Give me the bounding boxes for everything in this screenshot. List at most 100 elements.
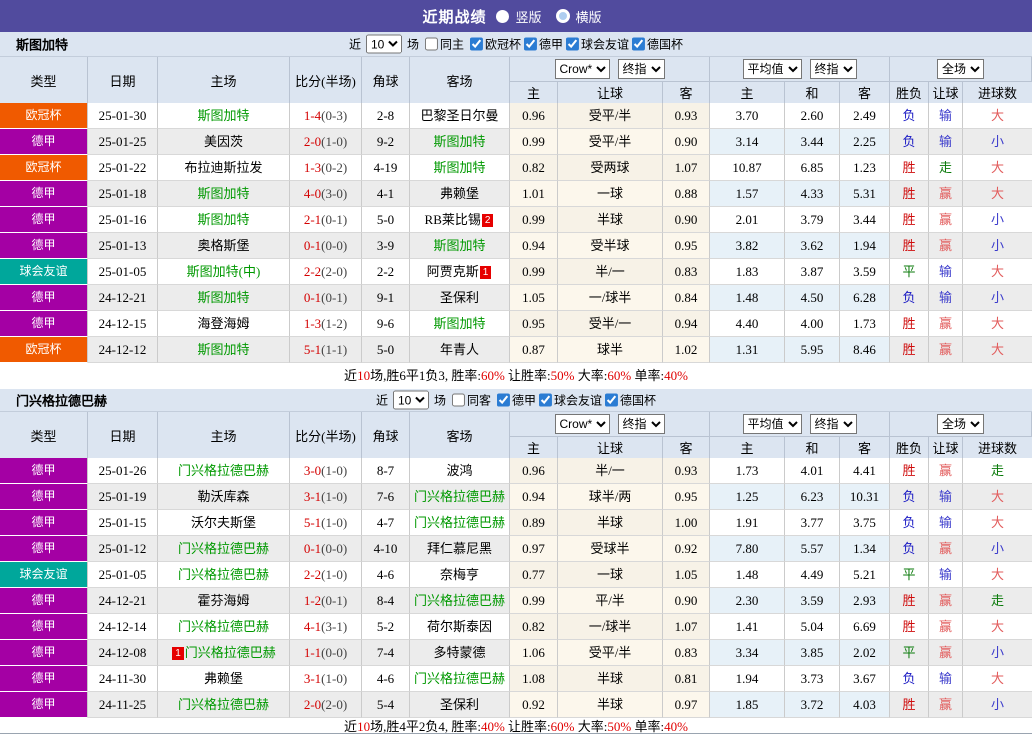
handicap-home-odds: 0.99: [510, 588, 558, 614]
result-wdl: 负: [890, 536, 929, 562]
competition-checkbox[interactable]: [605, 393, 619, 406]
match-type-badge: 德甲: [0, 614, 88, 640]
handicap-line: 受半/一: [558, 311, 663, 337]
handicap-line: 平/半: [558, 588, 663, 614]
match-date: 25-01-12: [88, 536, 158, 562]
match-score: 5-1(1-0): [290, 510, 362, 536]
competition-filter[interactable]: 球会友谊: [539, 391, 602, 408]
competition-filter[interactable]: 德甲: [524, 35, 563, 52]
horizontal-layout-radio[interactable]: [555, 9, 570, 23]
bookmaker-select[interactable]: Crow*: [554, 59, 610, 79]
result-handicap: 输: [929, 129, 963, 155]
same-venue-checkbox[interactable]: [451, 393, 465, 407]
full-match-select-cell: 全场: [890, 412, 1032, 437]
vertical-layout-radio[interactable]: [496, 9, 510, 23]
competition-filter[interactable]: 欧冠杯: [469, 35, 521, 52]
competition-filter[interactable]: 德国杯: [632, 35, 683, 52]
match-date: 24-12-12: [88, 337, 158, 363]
summary-text: 大率:: [574, 368, 608, 383]
recent-count-select[interactable]: 10: [365, 34, 402, 54]
match-date: 25-01-05: [88, 259, 158, 285]
result-goals: 走: [963, 588, 1032, 614]
avg-draw-odds: 5.95: [785, 337, 840, 363]
competition-label: 德甲: [512, 393, 537, 407]
home-team: 门兴格拉德巴赫: [158, 692, 290, 718]
match-date: 24-12-08: [88, 640, 158, 666]
competition-checkbox[interactable]: [632, 37, 646, 50]
summary-text: 60%: [550, 719, 575, 734]
home-team: 门兴格拉德巴赫: [158, 458, 290, 484]
avg-away-odds: 6.69: [840, 614, 890, 640]
avg-home-odds: 3.82: [710, 233, 785, 259]
result-handicap: 赢: [929, 311, 963, 337]
full-match-select[interactable]: 全场: [937, 59, 984, 79]
handicap-home-odds: 0.87: [510, 337, 558, 363]
final-odds-select-2[interactable]: 终指: [809, 414, 857, 434]
handicap-home-odds: 0.92: [510, 692, 558, 718]
corner-stat: 7-6: [362, 484, 410, 510]
summary-text: 近: [344, 368, 358, 383]
team-label: 斯图加特: [433, 238, 486, 253]
page-title: 近期战绩: [422, 8, 487, 26]
corner-stat: 8-7: [362, 458, 410, 484]
team-label: 奈梅亨: [439, 567, 479, 582]
avg-away-odds: 4.03: [840, 692, 890, 718]
competition-filter-group: 德甲 球会友谊 德国杯: [494, 391, 656, 409]
result-handicap: 赢: [929, 207, 963, 233]
handicap-line: 受平/半: [558, 103, 663, 129]
result-goals: 大: [963, 614, 1032, 640]
average-select[interactable]: 平均值: [742, 59, 802, 79]
competition-checkbox[interactable]: [539, 393, 553, 406]
average-select[interactable]: 平均值: [742, 414, 802, 434]
team-label: 阿贾克斯: [426, 264, 479, 279]
result-goals: 小: [963, 207, 1032, 233]
handicap-home-odds: 0.77: [510, 562, 558, 588]
summary-text: 50%: [550, 368, 575, 383]
bookmaker-select[interactable]: Crow*: [554, 414, 610, 434]
competition-checkbox[interactable]: [497, 393, 510, 406]
team-label: 斯图加特: [197, 342, 250, 357]
competition-label: 球会友谊: [554, 393, 603, 407]
same-venue-filter[interactable]: 同主: [424, 36, 464, 53]
subheader-handicap-away: 客: [663, 82, 710, 103]
competition-filter[interactable]: 德甲: [497, 391, 536, 408]
avg-away-odds: 2.02: [840, 640, 890, 666]
section-filter-bar: 斯图加特 近 10 场 同主 欧冠杯 德甲 球会友谊 德国杯: [0, 32, 1032, 56]
result-handicap: 赢: [929, 640, 963, 666]
avg-home-odds: 1.41: [710, 614, 785, 640]
result-wdl: 胜: [890, 692, 929, 718]
team-name: 门兴格拉德巴赫: [16, 393, 108, 409]
crow-select-cell: Crow* 终指: [510, 412, 710, 437]
same-venue-filter[interactable]: 同客: [451, 392, 491, 409]
full-match-select[interactable]: 全场: [937, 414, 984, 434]
final-odds-select[interactable]: 终指: [617, 414, 665, 434]
handicap-away-odds: 1.07: [663, 155, 710, 181]
result-wdl: 负: [890, 666, 929, 692]
result-handicap: 输: [929, 285, 963, 311]
avg-away-odds: 1.73: [840, 311, 890, 337]
match-type-badge: 德甲: [0, 285, 88, 311]
result-goals: 走: [963, 458, 1032, 484]
section-moenchengladbach: 门兴格拉德巴赫 近 10 场 同客 德甲 球会友谊 德国杯 类型 日期 主场 比分(…: [0, 389, 1032, 734]
competition-checkbox[interactable]: [469, 37, 483, 50]
away-team: 波鸿: [410, 458, 510, 484]
team-label: 斯图加特(中): [186, 264, 261, 279]
match-type-badge: 德甲: [0, 588, 88, 614]
team-label: 荷尔斯泰因: [426, 619, 492, 634]
away-team: 门兴格拉德巴赫: [410, 484, 510, 510]
competition-checkbox[interactable]: [524, 37, 538, 50]
competition-filter[interactable]: 德国杯: [605, 391, 656, 408]
avg-away-odds: 1.34: [840, 536, 890, 562]
avg-home-odds: 2.01: [710, 207, 785, 233]
away-team: 门兴格拉德巴赫: [410, 510, 510, 536]
final-odds-select-2[interactable]: 终指: [809, 59, 857, 79]
match-type-badge: 德甲: [0, 510, 88, 536]
competition-checkbox[interactable]: [566, 37, 580, 50]
competition-filter[interactable]: 球会友谊: [566, 35, 629, 52]
home-team: 1 门兴格拉德巴赫: [158, 640, 290, 666]
final-odds-select[interactable]: 终指: [617, 59, 665, 79]
recent-count-select[interactable]: 10: [392, 390, 429, 410]
avg-draw-odds: 3.62: [785, 233, 840, 259]
team-label: 门兴格拉德巴赫: [177, 567, 269, 582]
same-venue-checkbox[interactable]: [424, 37, 438, 51]
